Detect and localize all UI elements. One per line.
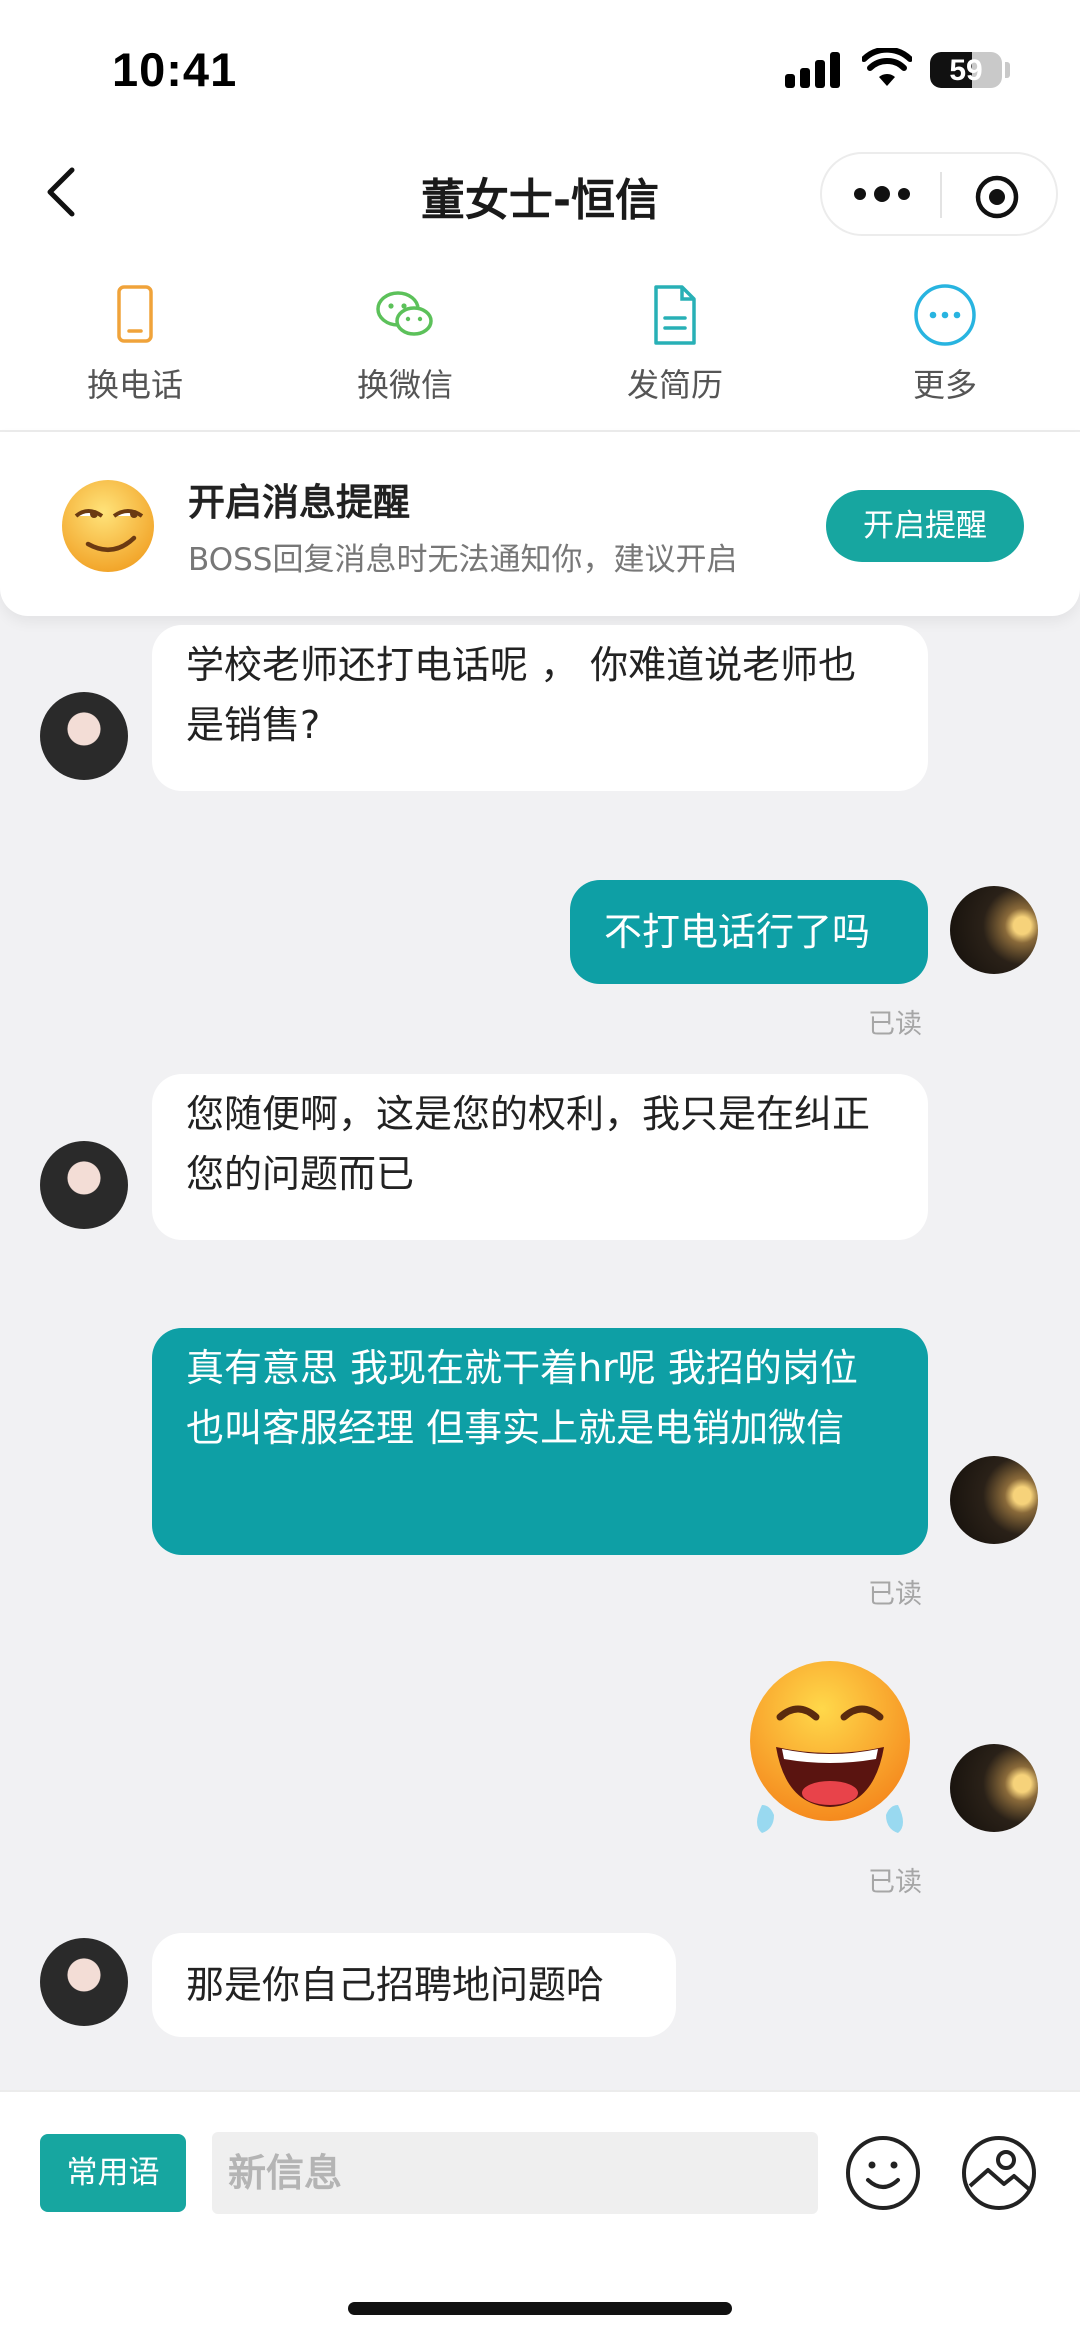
action-label: 发简历 bbox=[626, 366, 723, 404]
home-indicator[interactable] bbox=[348, 2302, 732, 2315]
incoming-message: 学校老师还打电话呢 ， 你难道说老师也是销售? bbox=[152, 625, 928, 791]
action-more[interactable]: 更多 bbox=[855, 282, 1035, 412]
wechat-icon bbox=[376, 291, 433, 336]
message-input[interactable] bbox=[212, 2132, 818, 2214]
input-bar: 常用语 bbox=[0, 2090, 1080, 2246]
laughing-tears-emoji-icon bbox=[750, 1661, 910, 1833]
incoming-message: 您随便啊，这是您的权利，我只是在纠正您的问题而已 bbox=[152, 1074, 928, 1240]
status-bar: 10:41 59 bbox=[0, 0, 1080, 130]
resume-icon bbox=[654, 285, 696, 345]
image-button-icon[interactable] bbox=[960, 2134, 1038, 2212]
action-label: 换电话 bbox=[86, 366, 183, 404]
status-time: 10:41 bbox=[112, 43, 238, 96]
contact-avatar[interactable] bbox=[40, 1141, 128, 1229]
mini-program-capsule bbox=[820, 152, 1058, 236]
action-label: 换微信 bbox=[356, 366, 453, 404]
read-status: 已读 bbox=[868, 1009, 922, 1040]
wifi-icon bbox=[862, 48, 912, 86]
action-label: 更多 bbox=[912, 366, 977, 404]
outgoing-message: 真有意思 我现在就干着hr呢 我招的岗位也叫客服经理 但事实上就是电销加微信 bbox=[152, 1328, 928, 1555]
action-exchange-phone[interactable]: 换电话 bbox=[45, 282, 225, 412]
common-phrases-button[interactable]: 常用语 bbox=[40, 2134, 186, 2212]
my-avatar[interactable] bbox=[950, 886, 1038, 974]
action-exchange-wechat[interactable]: 换微信 bbox=[315, 282, 495, 412]
read-status: 已读 bbox=[868, 1867, 922, 1898]
read-status: 已读 bbox=[868, 1579, 922, 1610]
outgoing-message: 不打电话行了吗 bbox=[570, 880, 928, 984]
incoming-message: 那是你自己招聘地问题哈 bbox=[152, 1933, 676, 2037]
nav-bar: 董女士-恒信 bbox=[0, 130, 1080, 260]
more-icon bbox=[914, 284, 976, 346]
cellular-signal-icon bbox=[785, 52, 841, 88]
page-title: 董女士-恒信 bbox=[420, 175, 660, 226]
my-avatar[interactable] bbox=[950, 1456, 1038, 1544]
battery-level: 59 bbox=[949, 54, 983, 87]
emoji-button-icon[interactable] bbox=[844, 2134, 922, 2212]
battery-icon: 59 bbox=[930, 52, 1002, 88]
quick-actions-bar: 换电话 换微信 发简历 更多 bbox=[0, 260, 1080, 432]
contact-avatar[interactable] bbox=[40, 1938, 128, 2026]
notification-title: 开启消息提醒 bbox=[188, 481, 410, 524]
notification-prompt-card: 开启消息提醒 BOSS回复消息时无法通知你，建议开启 开启提醒 bbox=[0, 432, 1080, 616]
home-area bbox=[0, 2246, 1080, 2337]
action-send-resume[interactable]: 发简历 bbox=[585, 282, 765, 412]
enable-notification-button[interactable]: 开启提醒 bbox=[826, 490, 1024, 562]
close-miniprogram-button[interactable] bbox=[974, 174, 1020, 220]
phone-icon bbox=[117, 285, 153, 343]
smirk-emoji-icon bbox=[62, 480, 154, 572]
back-button[interactable] bbox=[38, 160, 88, 224]
my-avatar[interactable] bbox=[950, 1744, 1038, 1832]
notification-description: BOSS回复消息时无法通知你，建议开启 bbox=[188, 542, 738, 578]
contact-avatar[interactable] bbox=[40, 692, 128, 780]
more-options-button[interactable] bbox=[852, 178, 912, 212]
chat-screen: 10:41 59 董女士-恒信 换电话 换微信 发简历 更多 开启消息提醒 BO… bbox=[0, 0, 1080, 2337]
